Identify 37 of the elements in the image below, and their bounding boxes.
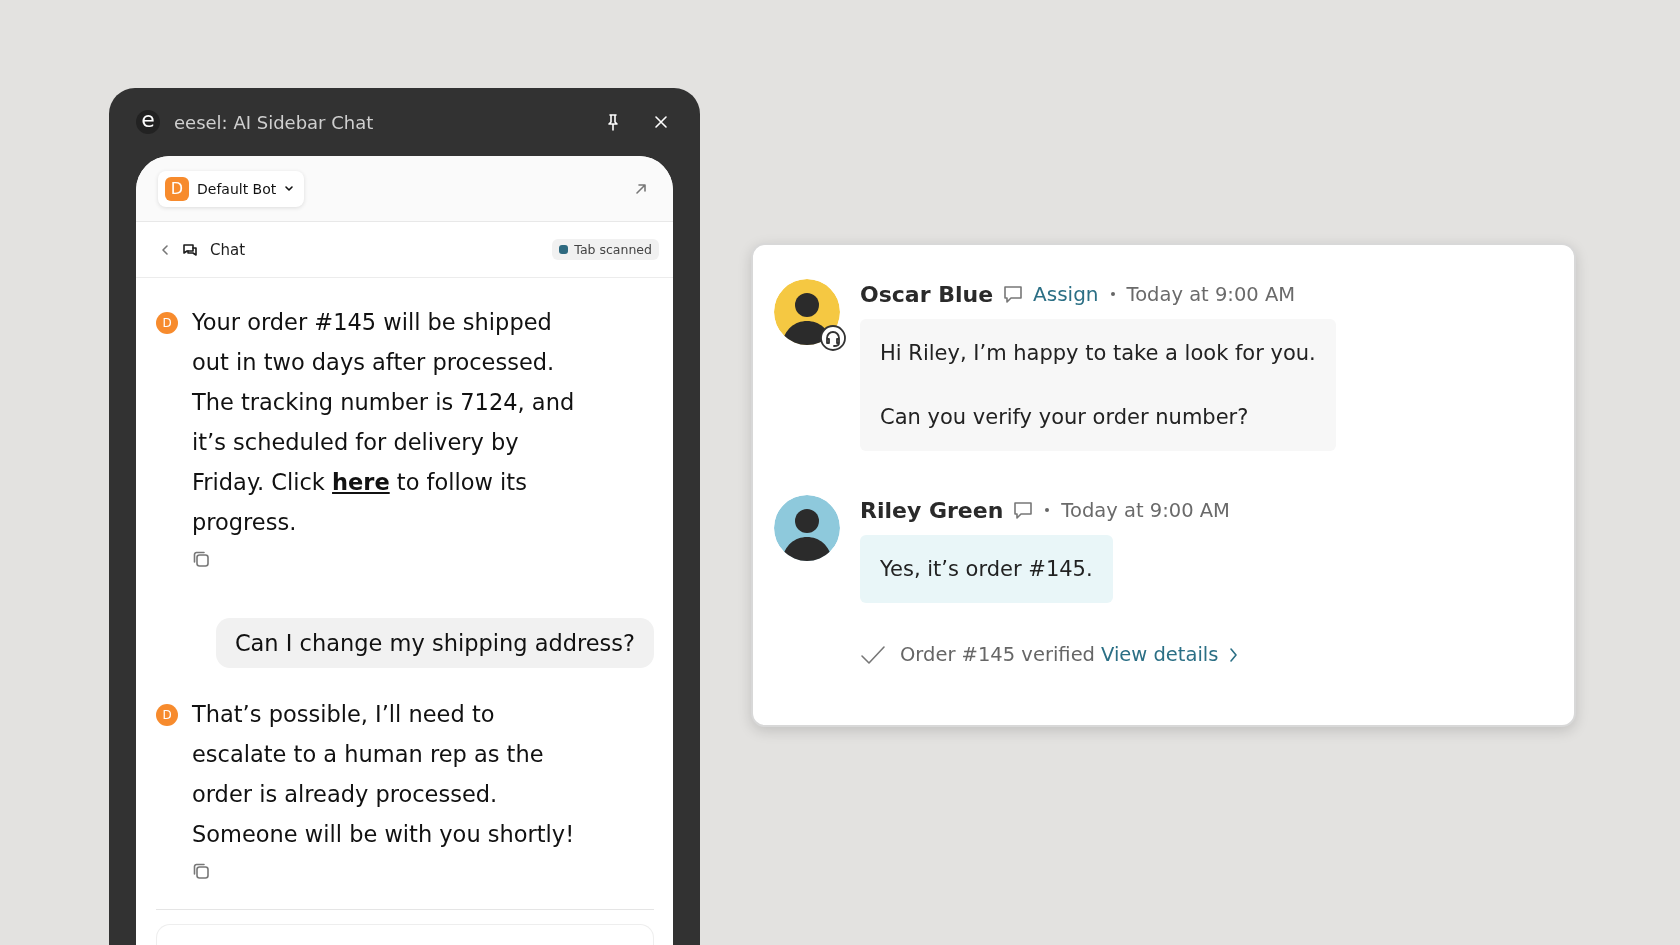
chat-icon — [182, 242, 198, 257]
message-link[interactable]: here — [332, 469, 390, 495]
close-icon[interactable] — [653, 114, 669, 130]
timestamp: Today at 9:00 AM — [1126, 282, 1296, 306]
pin-icon[interactable] — [605, 113, 621, 131]
check-icon — [860, 644, 886, 665]
bot-message: Your order #145 will be shipped out in two days after processed. The tracking number is 7124, and it’s scheduled for delivery by Friday. Click here to follow its progress. — [192, 308, 576, 537]
app-logo: e — [136, 110, 160, 134]
user-message: Can I change my shipping address? — [215, 618, 654, 668]
chat-label: Chat — [210, 240, 246, 259]
view-details-link[interactable]: View details — [1101, 643, 1239, 666]
bot-message: That’s possible, I’ll need to escalate to a human rep as the order is already processed. Someone will be with you shortly! — [192, 700, 576, 849]
separator-dot — [1045, 508, 1050, 512]
caret-icon — [284, 184, 295, 193]
headset-icon — [820, 325, 846, 351]
copy-icon[interactable] — [192, 862, 210, 880]
assign-link[interactable]: Assign — [1033, 282, 1099, 306]
bot-selector[interactable]: D Default Bot — [158, 170, 305, 207]
chevron-icon — [1228, 646, 1239, 663]
message-text: Hi Riley, I’m happy to take a look for you. — [880, 341, 1316, 365]
bot-avatar: D — [165, 176, 189, 201]
window-title: eesel: AI Sidebar Chat — [174, 111, 374, 133]
bot-avatar: D — [156, 312, 178, 334]
timestamp: Today at 9:00 AM — [1061, 498, 1230, 522]
back-icon[interactable] — [160, 243, 170, 256]
comment-icon[interactable] — [1003, 284, 1024, 304]
author-name: Riley Green — [860, 497, 1004, 523]
message-text: Yes, it’s order #145. — [880, 557, 1093, 581]
verified-text: Order #145 verified — [900, 643, 1095, 666]
comment-icon[interactable] — [1013, 500, 1034, 520]
message-text: Can you verify your order number? — [880, 405, 1250, 429]
expand-icon[interactable] — [635, 182, 647, 195]
copy-icon[interactable] — [192, 550, 210, 568]
author-name: Oscar Blue — [860, 281, 994, 307]
bot-avatar: D — [156, 704, 178, 726]
status-text: Tab scanned — [574, 242, 652, 257]
separator-dot — [1110, 292, 1115, 296]
